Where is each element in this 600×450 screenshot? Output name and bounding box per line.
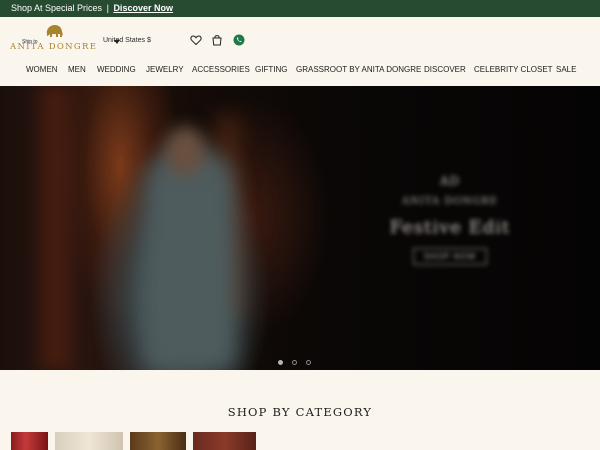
carousel-dot-2[interactable] [292, 360, 297, 365]
hero-background-light [40, 86, 70, 370]
elephant-logo-icon [46, 25, 63, 37]
chevron-down-icon[interactable] [114, 40, 120, 44]
nav-item-sale[interactable]: SALE [556, 65, 576, 74]
carousel-dot-3[interactable] [306, 360, 311, 365]
main-nav: WOMEN MEN WEDDING JEWELRY ACCESSORIES GI… [0, 65, 600, 79]
nav-item-discover[interactable]: DISCOVER [424, 65, 466, 74]
nav-item-women[interactable]: WOMEN [26, 65, 58, 74]
whatsapp-icon[interactable] [233, 33, 245, 46]
nav-item-accessories[interactable]: ACCESSORIES [192, 65, 250, 74]
hero-cta-button[interactable]: SHOP NOW [412, 248, 488, 265]
category-tile[interactable] [55, 432, 123, 450]
carousel-dots [278, 360, 318, 366]
hero-subtitle: ANITA DONGRE [401, 196, 499, 207]
nav-item-grassroot[interactable]: GRASSROOT BY ANITA DONGRE [296, 65, 421, 74]
promo-separator: | [106, 3, 109, 13]
hero-banner[interactable]: AD ANITA DONGRE Festive Edit SHOP NOW [0, 86, 600, 370]
hero-model-image [145, 146, 235, 370]
nav-item-men[interactable]: MEN [68, 65, 86, 74]
heart-icon[interactable] [190, 33, 202, 46]
promo-text: Shop At Special Prices [11, 3, 103, 13]
locale-label: Ship to [22, 39, 38, 45]
site-header: ANITA DONGRE Ship to United States $ WOM… [0, 17, 600, 85]
shop-by-category-heading: SHOP BY CATEGORY [227, 405, 373, 419]
hero-caption: AD ANITA DONGRE Festive Edit SHOP NOW [330, 174, 570, 265]
hero-brand-mark: AD [439, 174, 461, 188]
category-tile[interactable] [193, 432, 256, 450]
carousel-dot-1[interactable] [278, 360, 283, 365]
category-tile[interactable] [11, 432, 48, 450]
nav-item-wedding[interactable]: WEDDING [97, 65, 136, 74]
nav-item-gifting[interactable]: GIFTING [255, 65, 287, 74]
promo-bar: Shop At Special Prices | Discover Now [0, 0, 600, 17]
nav-item-celebrity-closet[interactable]: CELEBRITY CLOSET [474, 65, 553, 74]
cart-icon[interactable] [211, 33, 223, 46]
nav-item-jewelry[interactable]: JEWELRY [146, 65, 184, 74]
discover-now-link[interactable]: Discover Now [113, 3, 173, 13]
category-tile[interactable] [130, 432, 186, 450]
hero-model-image [165, 126, 205, 176]
currency-selector[interactable]: United States $ [103, 37, 151, 44]
hero-title: Festive Edit [389, 217, 511, 238]
